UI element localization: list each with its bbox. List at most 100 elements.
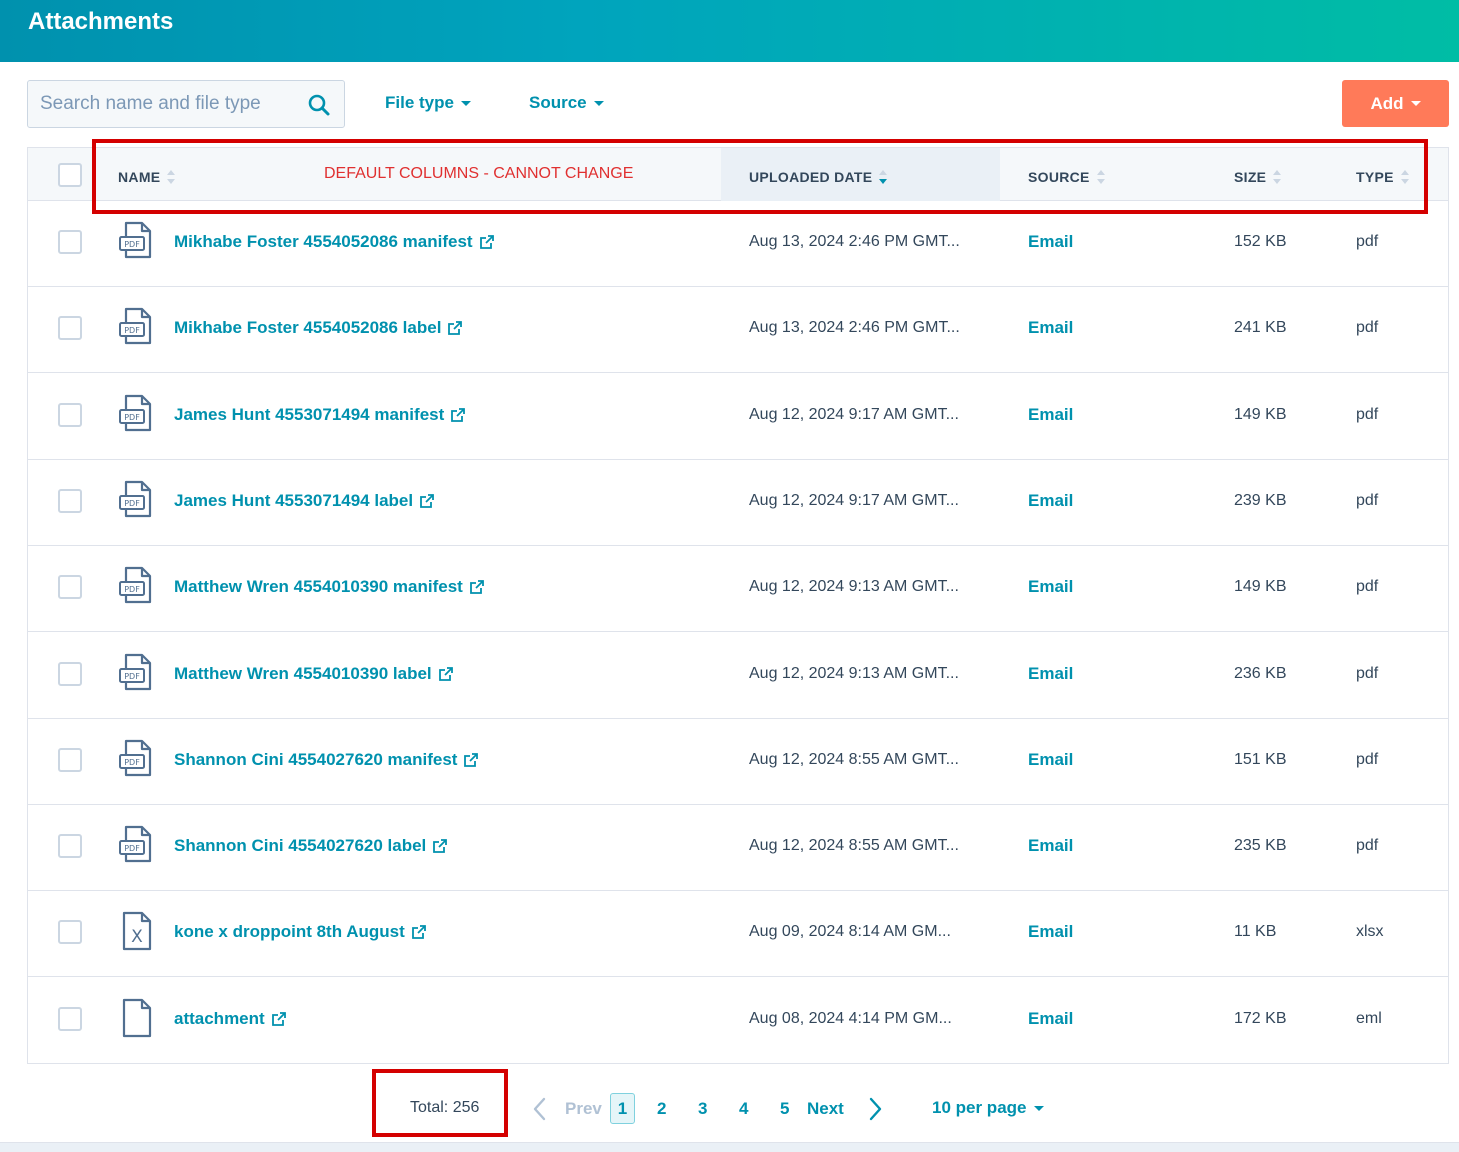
file-name: James Hunt 4553071494 manifest: [174, 404, 445, 424]
search-box[interactable]: [27, 80, 345, 128]
table-row: PDF Mikhabe Foster 4554052086 manifest Aug…: [28, 201, 1448, 287]
row-checkbox[interactable]: [58, 661, 82, 686]
file-name-link[interactable]: Matthew Wren 4554010390 label: [174, 664, 454, 684]
file-name-link[interactable]: kone x droppoint 8th August: [174, 922, 427, 942]
page-button-5[interactable]: 5: [780, 1099, 789, 1119]
source-link[interactable]: Email: [1028, 922, 1073, 942]
file-name-link[interactable]: attachment: [174, 1009, 287, 1029]
file-name: Mikhabe Foster 4554052086 manifest: [174, 232, 473, 251]
external-link-icon: [432, 838, 448, 854]
uploaded-date-cell: Aug 12, 2024 9:17 AM GMT...: [749, 491, 959, 509]
size-cell: 151 KB: [1234, 750, 1287, 768]
row-checkbox[interactable]: [58, 575, 82, 600]
size-cell: 241 KB: [1234, 319, 1287, 337]
uploaded-date-cell: Aug 08, 2024 4:14 PM GM...: [749, 1009, 952, 1027]
chevron-left-icon[interactable]: [531, 1096, 549, 1122]
caret-down-icon: [1033, 1105, 1044, 1111]
column-header-source[interactable]: SOURCE: [1028, 168, 1106, 186]
file-name-link[interactable]: Matthew Wren 4554010390 manifest: [174, 577, 485, 597]
type-cell: pdf: [1356, 664, 1379, 682]
column-header-source-label: SOURCE: [1028, 169, 1090, 185]
row-checkbox[interactable]: [58, 316, 82, 341]
column-header-size-label: SIZE: [1234, 169, 1267, 185]
file-name-link[interactable]: Shannon Cini 4554027620 label: [174, 836, 448, 856]
size-cell: 11 KB: [1234, 923, 1277, 941]
per-page-select[interactable]: 10 per page: [932, 1098, 1044, 1118]
page-button-4[interactable]: 4: [739, 1099, 748, 1119]
toolbar: File type Source Add: [0, 62, 1459, 146]
add-button[interactable]: Add: [1342, 80, 1449, 127]
file-name-link[interactable]: Shannon Cini 4554027620 manifest: [174, 750, 479, 770]
total-count: Total: 256: [410, 1099, 480, 1116]
source-link[interactable]: Email: [1028, 1009, 1073, 1029]
svg-text:PDF: PDF: [124, 758, 140, 767]
external-link-icon: [419, 493, 435, 509]
source-link[interactable]: Email: [1028, 750, 1073, 770]
size-cell: 152 KB: [1234, 233, 1287, 250]
attachments-table: NAME DEFAULT COLUMNS - CANNOT CHANGE UPL…: [27, 147, 1449, 1064]
file-name-link[interactable]: James Hunt 4553071494 manifest: [174, 405, 466, 425]
row-checkbox[interactable]: [58, 834, 82, 859]
column-header-type[interactable]: TYPE: [1356, 168, 1410, 186]
uploaded-date-cell: Aug 13, 2024 2:46 PM GMT...: [749, 319, 960, 337]
size-cell: 149 KB: [1234, 405, 1287, 423]
size-cell: 239 KB: [1234, 491, 1287, 509]
file-name: Shannon Cini 4554027620 manifest: [174, 749, 458, 769]
source-link[interactable]: Email: [1028, 577, 1073, 597]
source-filter[interactable]: Source: [529, 93, 604, 113]
size-cell: 172 KB: [1234, 1009, 1287, 1027]
file-type-filter[interactable]: File type: [385, 93, 471, 113]
size-cell: 236 KB: [1234, 664, 1287, 682]
annotation-note: DEFAULT COLUMNS - CANNOT CHANGE: [324, 165, 634, 182]
file-name: kone x droppoint 8th August: [174, 922, 405, 942]
prev-page-button[interactable]: Prev: [565, 1099, 602, 1119]
search-input[interactable]: [40, 91, 300, 117]
caret-down-icon: [1410, 101, 1421, 106]
svg-text:PDF: PDF: [124, 585, 140, 594]
page-header: Attachments: [0, 0, 1459, 62]
row-checkbox[interactable]: [58, 402, 82, 427]
source-link[interactable]: Email: [1028, 405, 1073, 425]
caret-down-icon: [460, 100, 471, 106]
column-header-uploaded-date[interactable]: UPLOADED DATE: [749, 168, 888, 186]
file-name: Mikhabe Foster 4554052086 label: [174, 318, 442, 338]
row-checkbox[interactable]: [58, 920, 82, 945]
source-link[interactable]: Email: [1028, 232, 1073, 252]
source-link[interactable]: Email: [1028, 836, 1073, 856]
svg-text:X: X: [131, 927, 143, 947]
file-type-filter-label: File type: [385, 93, 454, 112]
column-header-name[interactable]: NAME: [118, 168, 176, 186]
file-name-link[interactable]: James Hunt 4553071494 label: [174, 491, 435, 511]
sort-icon: [1096, 170, 1105, 184]
type-cell: pdf: [1356, 578, 1379, 596]
file-name-link[interactable]: Mikhabe Foster 4554052086 manifest: [174, 232, 495, 252]
type-cell: pdf: [1356, 319, 1379, 337]
excel-file-icon: X: [118, 911, 154, 951]
source-link[interactable]: Email: [1028, 664, 1073, 684]
table-row: PDF Matthew Wren 4554010390 manifest Aug 1…: [28, 546, 1448, 633]
page-button-2[interactable]: 2: [657, 1099, 666, 1119]
row-checkbox[interactable]: [58, 230, 82, 254]
chevron-right-icon[interactable]: [866, 1096, 884, 1122]
uploaded-date-cell: Aug 12, 2024 9:17 AM GMT...: [749, 405, 959, 423]
type-cell: pdf: [1356, 405, 1379, 423]
source-link[interactable]: Email: [1028, 318, 1073, 338]
uploaded-date-cell: Aug 09, 2024 8:14 AM GM...: [749, 923, 951, 941]
table-row: PDF James Hunt 4553071494 manifest Aug 12,…: [28, 373, 1448, 460]
source-link[interactable]: Email: [1028, 491, 1073, 511]
select-all-checkbox[interactable]: [58, 163, 82, 187]
file-name-link[interactable]: Mikhabe Foster 4554052086 label: [174, 318, 463, 338]
row-checkbox[interactable]: [58, 488, 82, 513]
row-checkbox[interactable]: [58, 1006, 82, 1031]
pagination: Total: 256 Prev 1 2 3 4 5 Next 10 per pa…: [0, 1080, 1459, 1140]
row-checkbox[interactable]: [58, 747, 82, 772]
page-button-3[interactable]: 3: [698, 1099, 707, 1119]
search-icon[interactable]: [306, 92, 332, 118]
sort-icon: [1400, 170, 1409, 184]
page-button-current[interactable]: 1: [610, 1093, 635, 1124]
next-page-button[interactable]: Next: [807, 1099, 844, 1119]
pdf-file-icon: PDF: [118, 825, 154, 865]
svg-text:PDF: PDF: [124, 326, 140, 335]
external-link-icon: [463, 752, 479, 768]
column-header-size[interactable]: SIZE: [1234, 168, 1282, 186]
